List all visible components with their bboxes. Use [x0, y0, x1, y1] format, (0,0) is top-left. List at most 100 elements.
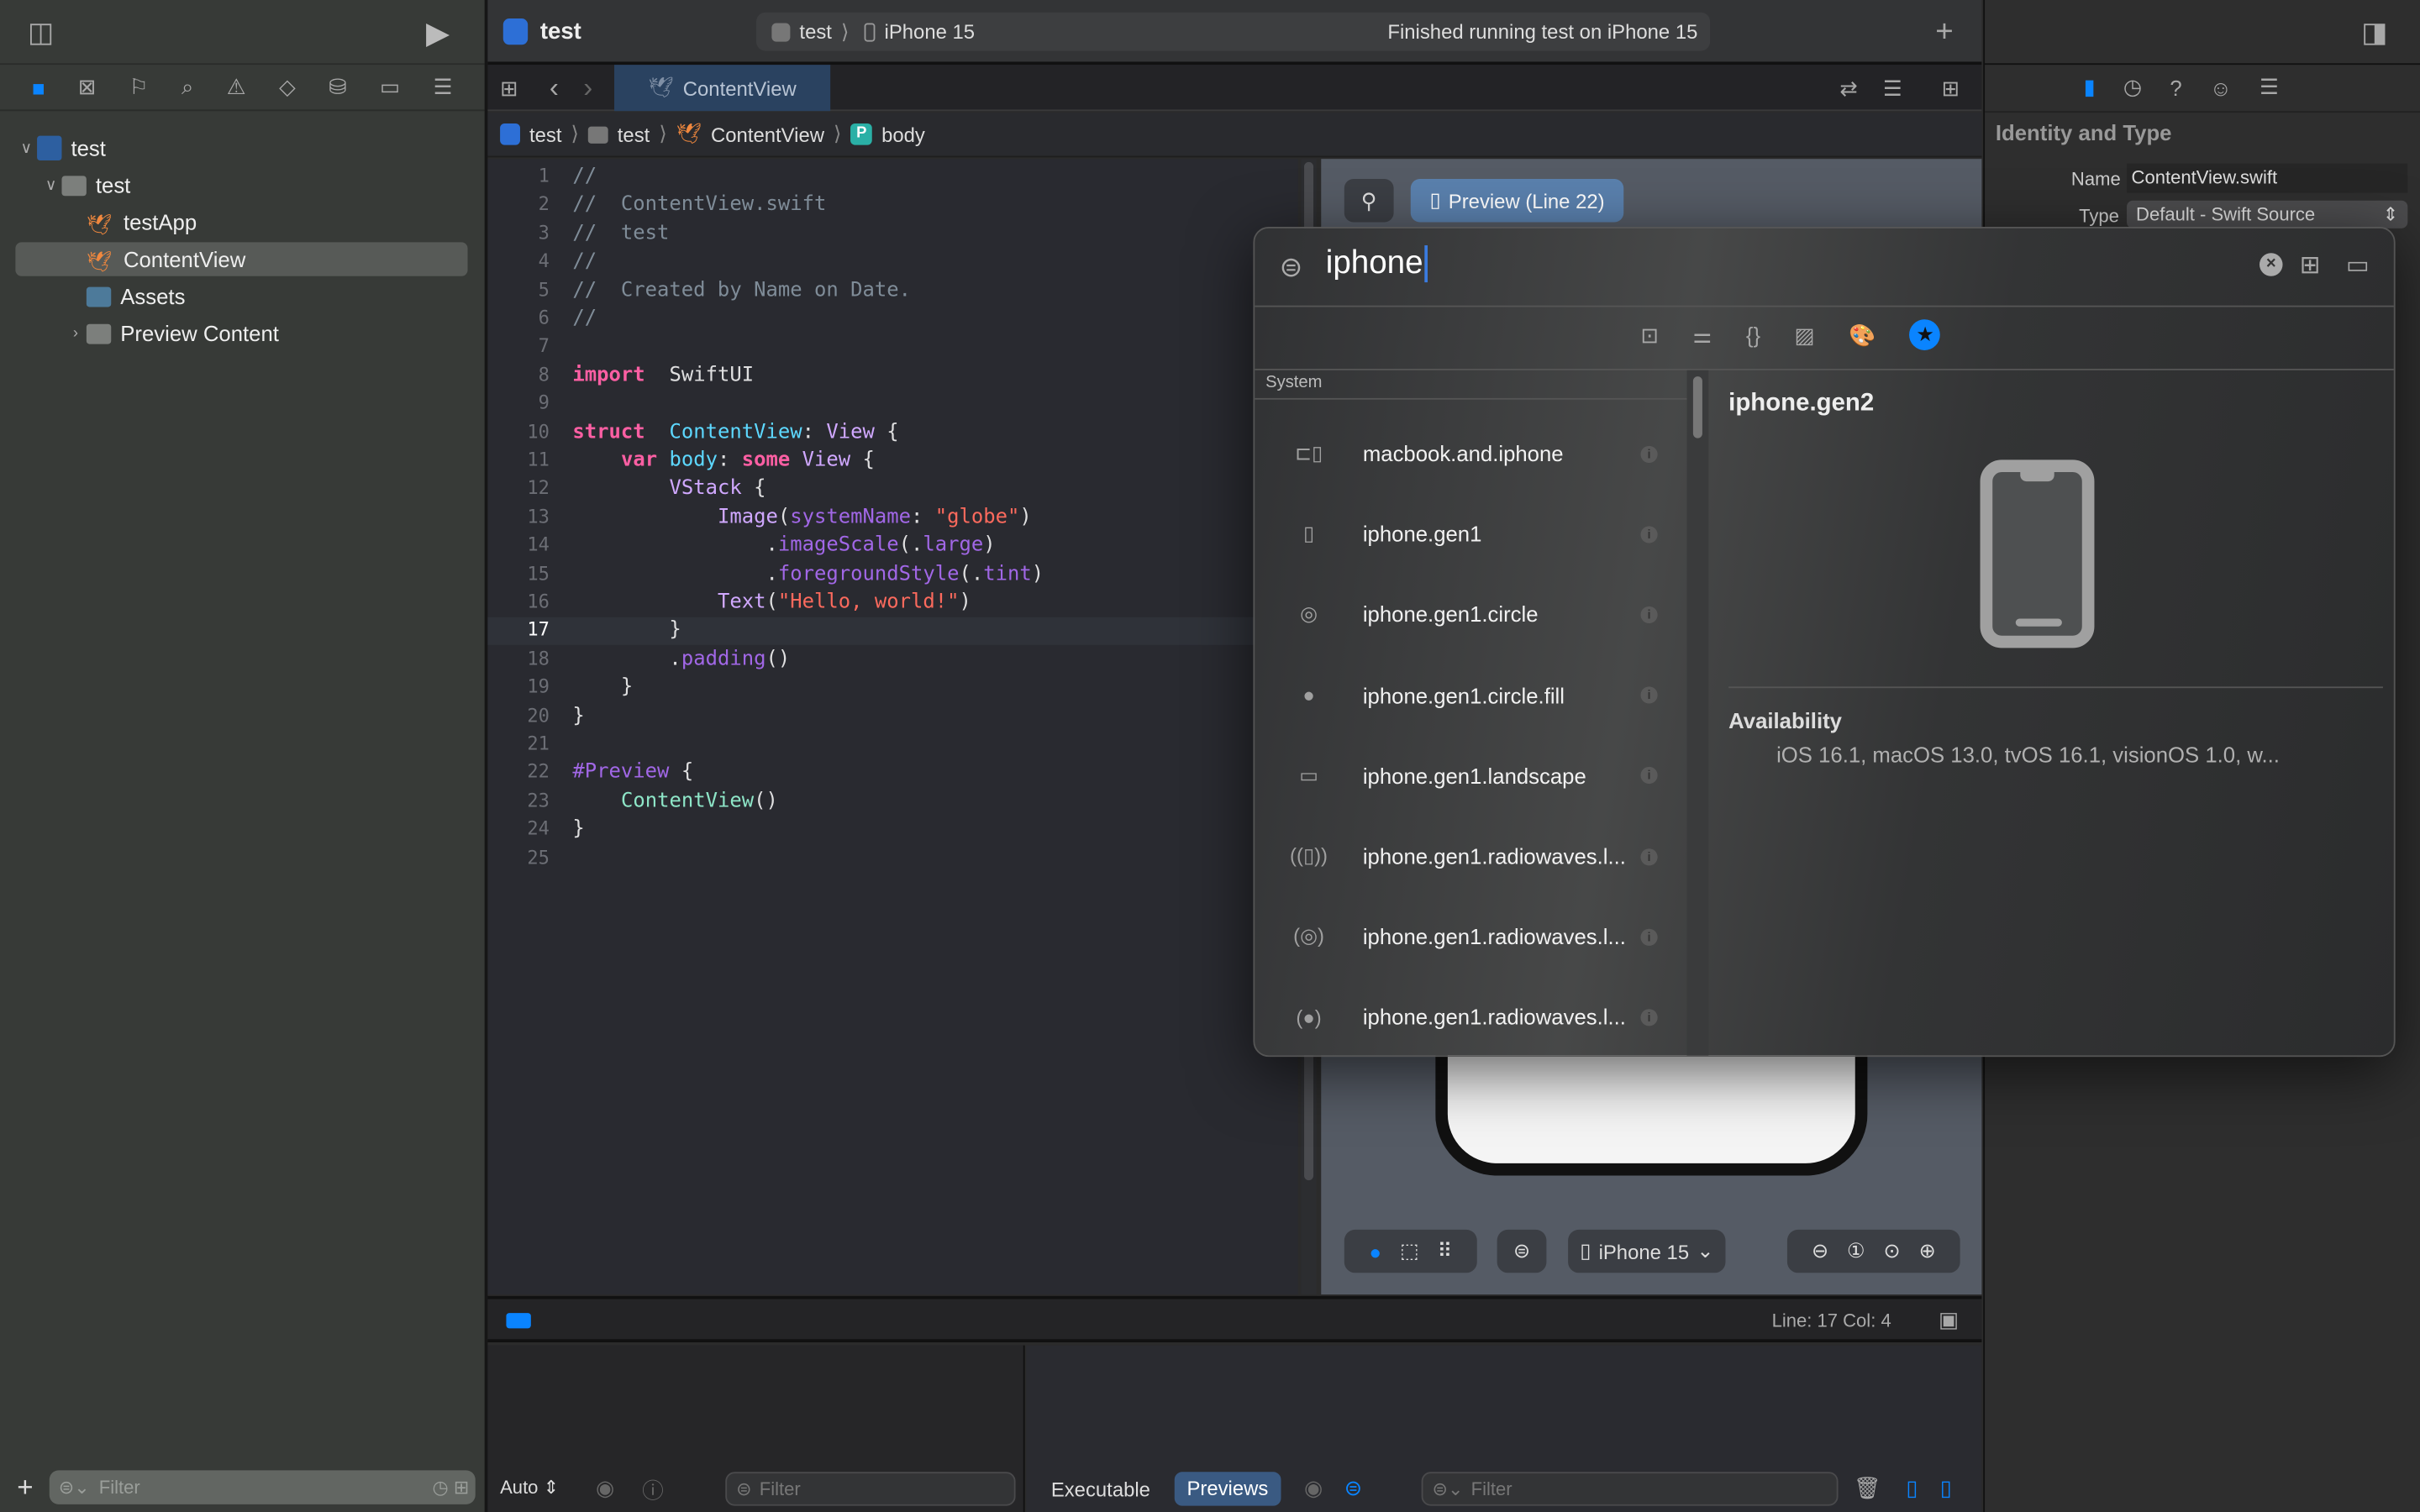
filter-placeholder: Filter	[759, 1478, 801, 1500]
tree-item-preview-content[interactable]: › Preview Content	[15, 317, 467, 350]
chevron-down-icon[interactable]: ∨	[40, 176, 62, 193]
recent-icon[interactable]: ◷ ⊞	[433, 1477, 470, 1499]
code-token: "globe"	[934, 506, 1020, 529]
breakpoint-icon[interactable]: ▭	[380, 74, 400, 100]
trash-icon[interactable]: 🗑	[1854, 1475, 1881, 1501]
tab-executable[interactable]: Executable	[1051, 1478, 1150, 1502]
snippets-library-icon[interactable]: {}	[1746, 319, 1760, 350]
views-library-icon[interactable]: ⊡	[1640, 319, 1659, 350]
left-panel-icon[interactable]: ▯	[1906, 1475, 1918, 1501]
warning-icon[interactable]: ⚠	[227, 74, 246, 100]
tree-item-assets[interactable]: Assets	[15, 279, 467, 312]
history-icon[interactable]: ◷	[2123, 74, 2142, 100]
scheme-selector[interactable]: test	[799, 20, 832, 44]
window-icon[interactable]: ▭	[2346, 250, 2370, 281]
preview-tab[interactable]: ▯ Preview (Line 22)	[1410, 179, 1624, 223]
attributes-icon[interactable]: ☰	[2260, 74, 2279, 100]
add-button[interactable]: +	[17, 1472, 33, 1504]
run-button[interactable]: ▶	[426, 14, 450, 53]
related-items-icon[interactable]: ⇄	[1839, 76, 1858, 102]
info-icon[interactable]: i	[1640, 928, 1658, 946]
symbol-list-item[interactable]: ((▯)) iphone.gen1.radiowaves.l... i	[1255, 816, 1686, 897]
variants-icon[interactable]: ⠿	[1438, 1239, 1453, 1263]
info-icon[interactable]: i	[1640, 606, 1658, 623]
breadcrumb-item[interactable]: ContentView	[711, 123, 824, 146]
variables-filter-input[interactable]: ⊜ Filter	[725, 1472, 1016, 1506]
tree-item-folder[interactable]: ∨ test	[15, 168, 467, 202]
navigator-filter-input[interactable]: ⊜⌄ Filter ◷ ⊞	[49, 1470, 476, 1504]
library-search-input[interactable]: iphone	[1326, 245, 1428, 283]
grid-view-icon[interactable]: ⊞	[2300, 250, 2321, 281]
live-icon[interactable]: ●	[1369, 1240, 1381, 1263]
right-panel-icon[interactable]: ▯	[1940, 1475, 1952, 1501]
editor-options-icon[interactable]: ☰	[1883, 76, 1902, 102]
grid-icon[interactable]: ⊞	[500, 76, 518, 102]
eye-icon[interactable]: ◉	[596, 1475, 614, 1501]
colors-library-icon[interactable]: 🎨	[1849, 319, 1876, 350]
device-picker[interactable]: ▯ iPhone 15 ⌄	[1568, 1229, 1726, 1273]
zoom-fit-icon[interactable]: ⊙	[1884, 1239, 1901, 1263]
tree-item-testapp[interactable]: 🕊 testApp	[15, 205, 467, 239]
debug-icon[interactable]: ⛁	[329, 74, 347, 100]
file-icon[interactable]: ▮	[2084, 74, 2096, 100]
media-library-icon[interactable]: ▨	[1794, 319, 1814, 350]
zoom-in-icon[interactable]: ⊕	[1919, 1239, 1936, 1263]
name-field[interactable]: ContentView.swift	[2127, 163, 2408, 193]
add-editor-icon[interactable]: ⊞	[1942, 76, 1960, 102]
clear-search-icon[interactable]: ×	[2259, 253, 2283, 276]
chevron-down-icon[interactable]: ∨	[15, 139, 37, 156]
source-control-icon[interactable]: ⊠	[78, 74, 97, 100]
help-icon[interactable]: ?	[2170, 74, 2181, 100]
info-icon[interactable]: ⓘ	[642, 1475, 664, 1506]
zoom-out-icon[interactable]: ⊖	[1812, 1239, 1828, 1263]
breadcrumb-item[interactable]: test	[618, 123, 650, 146]
info-icon[interactable]: i	[1640, 525, 1658, 543]
info-icon[interactable]: i	[1640, 848, 1658, 865]
info-icon[interactable]: i	[1640, 1009, 1658, 1026]
sidebar-toggle-icon[interactable]: ◫	[28, 17, 54, 50]
tab-previews[interactable]: Previews	[1174, 1472, 1281, 1506]
toggle-icon[interactable]: ⊜	[1344, 1475, 1363, 1501]
symbol-list-item[interactable]: (●) iphone.gen1.radiowaves.l... i	[1255, 977, 1686, 1055]
tree-item-project[interactable]: ∨ test	[15, 131, 467, 165]
info-icon[interactable]: i	[1640, 767, 1658, 785]
info-icon[interactable]: i	[1640, 444, 1658, 463]
breakpoints-toggle-icon[interactable]	[506, 1313, 531, 1329]
device-selector[interactable]: iPhone 15	[885, 20, 976, 44]
symbol-list-item[interactable]: ⊏▯ macbook.and.iphone i	[1255, 413, 1686, 494]
pin-icon[interactable]: ⚲	[1344, 179, 1394, 223]
test-icon[interactable]: ◇	[279, 74, 296, 100]
inspector-toggle-icon[interactable]: ◨	[2361, 17, 2387, 50]
folder-icon[interactable]: ■	[32, 75, 45, 99]
search-icon[interactable]: ⌕	[182, 74, 193, 100]
modifiers-library-icon[interactable]: ⚌	[1692, 319, 1712, 350]
report-icon[interactable]: ☰	[434, 74, 453, 100]
tab-contentview[interactable]: 🕊 ContentView	[614, 65, 831, 112]
info-icon[interactable]: i	[1640, 686, 1658, 704]
zoom-100-icon[interactable]: ①	[1847, 1239, 1865, 1263]
eye-icon[interactable]: ◉	[1304, 1475, 1323, 1501]
chevron-right-icon[interactable]: ›	[65, 325, 87, 342]
scrollbar[interactable]	[1686, 370, 1709, 1056]
symbols-library-icon[interactable]: ★	[1909, 319, 1941, 350]
back-icon[interactable]: ‹	[550, 72, 559, 105]
breadcrumb-item[interactable]: test	[529, 123, 562, 146]
tree-item-contentview[interactable]: 🕊 ContentView	[15, 242, 468, 276]
symbol-list-item[interactable]: ● iphone.gen1.circle.fill i	[1255, 655, 1686, 736]
symbol-list-item[interactable]: (◎) iphone.gen1.radiowaves.l... i	[1255, 896, 1686, 977]
code-editor[interactable]: 1 // 2 // ContentView.swift 3 // test 4 // 5 // C…	[487, 159, 1298, 1295]
debug-area-toggle-icon[interactable]: ▣	[1939, 1307, 1959, 1333]
console-filter-input[interactable]: ⊜⌄ Filter	[1421, 1472, 1839, 1506]
symbol-list-item[interactable]: ▯ iphone.gen1 i	[1255, 494, 1686, 575]
breadcrumb-item[interactable]: body	[881, 123, 925, 146]
symbol-list-item[interactable]: ◎ iphone.gen1.circle i	[1255, 575, 1686, 655]
symbol-list-item[interactable]: ▭ iphone.gen1.landscape i	[1255, 736, 1686, 816]
settings-toggle-icon[interactable]: ⊜	[1497, 1229, 1547, 1273]
auto-selector[interactable]: Auto ⇕	[500, 1477, 559, 1499]
add-icon[interactable]: +	[1935, 15, 1953, 50]
type-select[interactable]: Default - Swift Source ⇕	[2127, 200, 2408, 228]
select-icon[interactable]: ⬚	[1400, 1239, 1419, 1263]
forward-icon[interactable]: ›	[583, 72, 592, 105]
bookmark-icon[interactable]: ⚐	[129, 74, 149, 100]
accessibility-icon[interactable]: ☺	[2210, 74, 2232, 100]
